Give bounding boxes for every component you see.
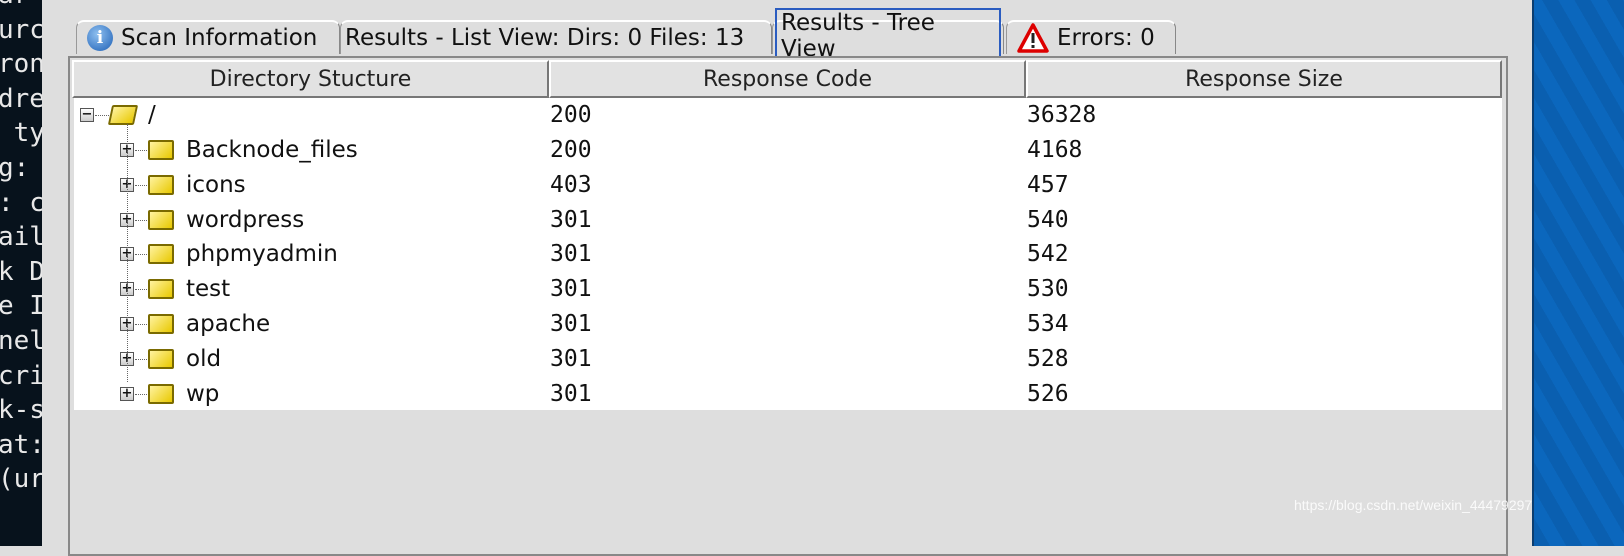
tree-row[interactable]: + wp 301 526 bbox=[74, 377, 1502, 412]
column-header-response-code[interactable]: Response Code bbox=[549, 60, 1026, 98]
response-code: 301 bbox=[550, 345, 592, 372]
response-size: 534 bbox=[1027, 311, 1069, 337]
response-code: 301 bbox=[550, 276, 592, 303]
warning-icon bbox=[1017, 23, 1049, 53]
response-code: 200 bbox=[550, 102, 592, 128]
tab-errors[interactable]: Errors: 0 bbox=[1006, 20, 1176, 54]
response-size: 542 bbox=[1027, 241, 1069, 268]
tab-results-list-view[interactable]: Results - List View: Dirs: 0 Files: 13 bbox=[340, 20, 772, 54]
terminal-background: arurcrondre tyg:: cailk De Inelcrik-sat:… bbox=[0, 0, 42, 546]
terminal-line: k-s bbox=[0, 395, 42, 426]
tab-results-tree-view[interactable]: Results - Tree View bbox=[772, 8, 1004, 64]
terminal-line: dre bbox=[0, 83, 42, 114]
tree-rows: − / 200 36328 + Backnode_files 200 4168 + … bbox=[74, 98, 1502, 410]
info-icon: i bbox=[87, 25, 113, 51]
tree-row[interactable]: + test 301 530 bbox=[74, 272, 1502, 307]
directory-name: wordpress bbox=[186, 206, 305, 233]
terminal-line: cri bbox=[0, 360, 42, 391]
expand-icon[interactable]: + bbox=[120, 386, 134, 401]
tree-row[interactable]: + old 301 528 bbox=[74, 342, 1502, 377]
tab-scan-information[interactable]: i Scan Information bbox=[76, 20, 340, 54]
tree-row[interactable]: + icons 403 457 bbox=[74, 168, 1502, 203]
tree-table: Directory Stucture Response Code Respons… bbox=[68, 56, 1508, 556]
directory-name: / bbox=[148, 102, 156, 128]
directory-name: wp bbox=[186, 380, 220, 407]
terminal-line: at: bbox=[0, 429, 42, 460]
terminal-line: e I bbox=[0, 291, 42, 322]
response-size: 526 bbox=[1027, 380, 1069, 407]
response-size: 540 bbox=[1027, 206, 1069, 233]
tree-row[interactable]: + Backnode_files 200 4168 bbox=[74, 133, 1502, 168]
response-code: 200 bbox=[550, 137, 592, 163]
folder-icon bbox=[148, 174, 174, 195]
tree-connector bbox=[127, 124, 128, 382]
directory-name: phpmyadmin bbox=[186, 241, 338, 268]
tree-row[interactable]: + apache 301 534 bbox=[74, 307, 1502, 342]
terminal-line: nel bbox=[0, 325, 42, 356]
terminal-line: k D bbox=[0, 256, 42, 287]
tree-row[interactable]: + wordpress 301 540 bbox=[74, 203, 1502, 238]
terminal-line: g: bbox=[0, 152, 30, 183]
response-size: 36328 bbox=[1027, 102, 1097, 128]
tab-label: Scan Information bbox=[121, 25, 318, 51]
column-header-directory[interactable]: Directory Stucture bbox=[72, 60, 549, 98]
response-size: 530 bbox=[1027, 276, 1069, 303]
response-code: 301 bbox=[550, 380, 592, 407]
dirbuster-window: i Scan Information Results - List View: … bbox=[42, 0, 1532, 556]
directory-name: apache bbox=[186, 311, 271, 337]
terminal-line: ail bbox=[0, 222, 42, 253]
terminal-line: ron bbox=[0, 49, 42, 80]
column-header-response-size[interactable]: Response Size bbox=[1026, 60, 1502, 98]
response-code: 301 bbox=[550, 241, 592, 268]
tab-label: Errors: 0 bbox=[1057, 25, 1155, 51]
response-size: 4168 bbox=[1027, 137, 1083, 163]
directory-name: old bbox=[186, 345, 222, 372]
watermark: https://blog.csdn.net/weixin_44479297 bbox=[1294, 497, 1533, 513]
collapse-icon[interactable]: − bbox=[80, 108, 94, 122]
tree-root-row[interactable]: − / 200 36328 bbox=[74, 98, 1502, 133]
folder-icon bbox=[148, 314, 174, 334]
folder-open-icon bbox=[107, 105, 139, 125]
tree-row[interactable]: + phpmyadmin 301 542 bbox=[74, 237, 1502, 272]
response-code: 301 bbox=[550, 311, 592, 337]
response-size: 528 bbox=[1027, 345, 1069, 372]
tab-label: Results - List View: Dirs: 0 Files: 13 bbox=[345, 25, 745, 51]
folder-icon bbox=[148, 383, 174, 404]
terminal-line: (ur bbox=[0, 464, 42, 495]
terminal-line: ty bbox=[13, 118, 42, 149]
terminal-line: ar bbox=[0, 0, 42, 13]
folder-icon bbox=[148, 348, 174, 369]
response-code: 301 bbox=[550, 206, 592, 233]
folder-icon bbox=[148, 140, 174, 160]
folder-icon bbox=[148, 209, 174, 230]
terminal-line: : c bbox=[0, 187, 42, 218]
response-size: 457 bbox=[1027, 171, 1069, 198]
directory-name: icons bbox=[186, 171, 246, 198]
response-code: 403 bbox=[550, 171, 592, 198]
folder-icon bbox=[148, 244, 174, 265]
directory-name: Backnode_files bbox=[186, 137, 358, 163]
directory-name: test bbox=[186, 276, 231, 303]
folder-icon bbox=[148, 279, 174, 300]
terminal-line: urc bbox=[0, 14, 42, 45]
desktop-background bbox=[1532, 0, 1624, 546]
